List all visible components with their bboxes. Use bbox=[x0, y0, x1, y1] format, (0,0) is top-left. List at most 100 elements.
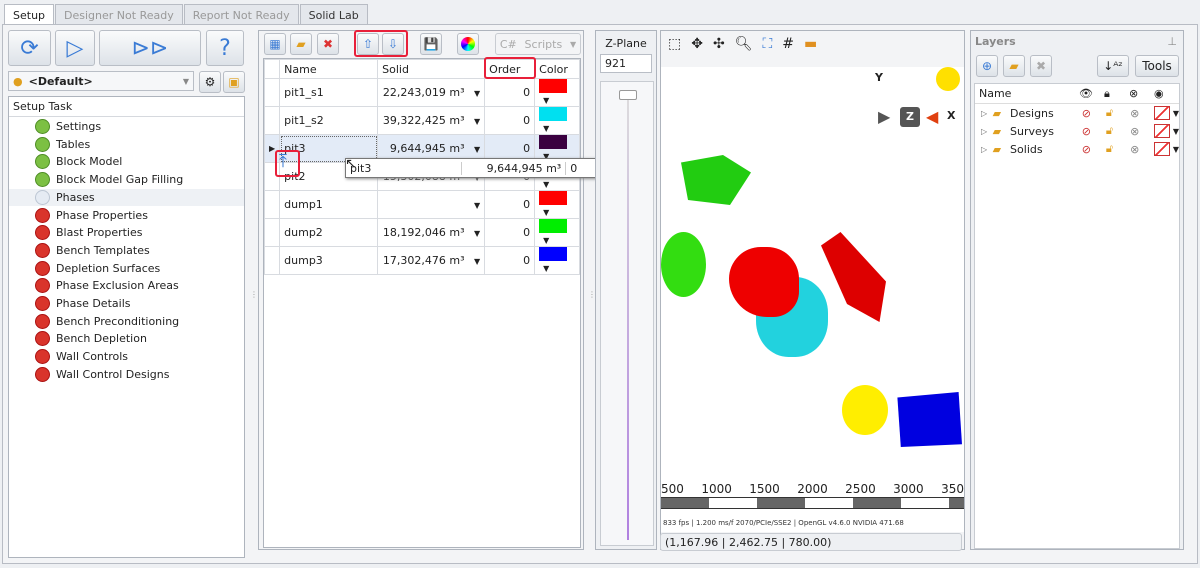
zplane-slider[interactable] bbox=[600, 81, 654, 546]
cell-color[interactable]: ▼ bbox=[534, 218, 580, 247]
run-button[interactable]: ▷ bbox=[55, 30, 95, 66]
rotate-icon[interactable]: ✣ bbox=[713, 36, 725, 52]
open-button[interactable]: ▰ bbox=[290, 33, 312, 55]
axis-z-label[interactable]: Z bbox=[900, 107, 920, 127]
chevron-down-icon[interactable]: ▼ bbox=[1173, 109, 1179, 118]
col-color[interactable]: Color bbox=[534, 59, 580, 79]
cell-name[interactable]: pit1_s1 bbox=[279, 78, 379, 107]
table-row[interactable]: pit1_s1 22,243,019 m³ ▼ 0 ▼ bbox=[263, 78, 580, 107]
setup-task-item[interactable]: Phase Exclusion Areas bbox=[35, 277, 179, 294]
table-row[interactable]: dump2 18,192,046 m³ ▼ 0 ▼ bbox=[263, 218, 580, 247]
hidden-eye-icon[interactable]: ⊘ bbox=[1082, 125, 1106, 138]
setup-task-item[interactable]: Tables bbox=[35, 136, 90, 153]
setup-task-item[interactable]: Bench Depletion bbox=[35, 330, 147, 347]
layer-item[interactable]: ▷ ▰ Solids ⊘ 🔓︎ ⊗ ▼ bbox=[975, 140, 1179, 158]
chevron-down-icon[interactable]: ▼ bbox=[543, 96, 549, 105]
chevron-down-icon[interactable]: ▼ bbox=[543, 264, 549, 273]
unlock-icon[interactable]: 🔓︎ bbox=[1106, 106, 1130, 120]
cell-color[interactable]: ▼ bbox=[534, 246, 580, 275]
cell-solid[interactable]: 18,192,046 m³ ▼ bbox=[377, 218, 486, 247]
chevron-down-icon[interactable]: ▼ bbox=[474, 201, 480, 210]
remove-layer-button[interactable]: ✖ bbox=[1030, 55, 1052, 77]
cell-solid[interactable]: 22,243,019 m³ ▼ bbox=[377, 78, 486, 107]
setup-task-item[interactable]: Phase Details bbox=[35, 295, 130, 312]
zoom-icon[interactable]: 🔍︎ bbox=[735, 36, 753, 52]
solid-yellow[interactable] bbox=[842, 385, 888, 435]
color-button[interactable] bbox=[457, 33, 479, 55]
chevron-down-icon[interactable]: ▼ bbox=[1173, 127, 1179, 136]
setup-task-item[interactable]: Block Model Gap Filling bbox=[35, 171, 183, 188]
tab-designer[interactable]: Designer Not Ready bbox=[55, 4, 183, 26]
chevron-down-icon[interactable]: ▼ bbox=[474, 257, 480, 266]
unlock-icon[interactable]: 🔓︎ bbox=[1106, 124, 1130, 138]
cell-name[interactable]: dump3 bbox=[279, 246, 379, 275]
chevron-down-icon[interactable]: ▼ bbox=[543, 208, 549, 217]
cell-solid[interactable]: 17,302,476 m³ ▼ bbox=[377, 246, 486, 275]
ruler-icon[interactable]: ▬ bbox=[804, 36, 817, 52]
setup-task-item[interactable]: Bench Preconditioning bbox=[35, 313, 179, 330]
solid-dump3[interactable] bbox=[897, 392, 962, 447]
add-folder-button[interactable]: ▰ bbox=[1003, 55, 1025, 77]
select-box-icon[interactable]: ⬚ bbox=[668, 36, 681, 52]
layer-item[interactable]: ▷ ▰ Surveys ⊘ 🔓︎ ⊗ ▼ bbox=[975, 122, 1179, 140]
table-row[interactable]: dump1 ▼ 0 ▼ bbox=[263, 190, 580, 219]
layer-color-swatch[interactable] bbox=[1154, 124, 1170, 138]
setup-task-item[interactable]: Wall Controls bbox=[35, 348, 128, 365]
layer-item[interactable]: ▷ ▰ Designs ⊘ 🔓︎ ⊗ ▼ bbox=[975, 104, 1179, 122]
setup-task-item[interactable]: Phase Properties bbox=[35, 207, 148, 224]
3d-viewport[interactable]: Y Z X ◀ ▶ 500 1000 1500 2000 2500 3000 350 833… bbox=[661, 67, 964, 532]
setup-task-item[interactable]: Bench Templates bbox=[35, 242, 150, 259]
cell-order[interactable]: 0 bbox=[484, 246, 536, 275]
cell-solid[interactable]: ▼ bbox=[377, 190, 486, 219]
expand-icon[interactable]: ▷ bbox=[981, 145, 993, 154]
sort-button[interactable]: ↓ᴬᶻ bbox=[1097, 55, 1129, 77]
cell-solid[interactable]: 39,322,425 m³ ▼ bbox=[377, 106, 486, 135]
cell-order[interactable]: 0 bbox=[484, 190, 536, 219]
pan-icon[interactable]: ✥ bbox=[691, 36, 703, 52]
hidden-eye-icon[interactable]: ⊘ bbox=[1082, 143, 1106, 156]
settings-button[interactable]: ⚙ bbox=[199, 71, 221, 93]
setup-task-item[interactable]: Wall Control Designs bbox=[35, 366, 170, 383]
setup-task-item[interactable]: Settings bbox=[35, 118, 101, 135]
delete-button[interactable]: ✖ bbox=[317, 33, 339, 55]
pin-icon[interactable]: ⊥ bbox=[1167, 35, 1177, 48]
help-button[interactable]: ? bbox=[206, 30, 244, 66]
setup-task-item[interactable]: Phases bbox=[9, 188, 244, 206]
col-name[interactable]: Name bbox=[279, 59, 379, 79]
cell-color[interactable]: ▼ bbox=[534, 78, 580, 107]
grid-icon[interactable]: # bbox=[782, 36, 794, 52]
chevron-down-icon[interactable]: ▼ bbox=[543, 180, 549, 189]
setup-task-item[interactable]: Blast Properties bbox=[35, 224, 142, 241]
table-row[interactable]: pit1_s2 39,322,425 m³ ▼ 0 ▼ bbox=[263, 106, 580, 135]
cell-order[interactable]: 0 bbox=[484, 78, 536, 107]
chevron-down-icon[interactable]: ▼ bbox=[543, 236, 549, 245]
tab-solid-lab[interactable]: Solid Lab bbox=[299, 4, 368, 26]
col-solid[interactable]: Solid bbox=[377, 59, 486, 79]
cell-color[interactable]: ▼ bbox=[534, 190, 580, 219]
solid-pit2[interactable] bbox=[681, 155, 751, 205]
scripts-dropdown[interactable]: C# Scripts ▼ bbox=[495, 33, 581, 55]
solid-dump1[interactable] bbox=[821, 232, 886, 322]
cell-name[interactable]: pit1_s2 bbox=[279, 106, 379, 135]
layer-color-swatch[interactable] bbox=[1154, 142, 1170, 156]
cell-name[interactable]: dump1 bbox=[279, 190, 379, 219]
chevron-down-icon[interactable]: ▼ bbox=[474, 117, 480, 126]
add-layer-button[interactable]: ⊕ bbox=[976, 55, 998, 77]
cell-name[interactable]: dump2 bbox=[279, 218, 379, 247]
zoom-extents-icon[interactable]: ⛶ bbox=[762, 36, 772, 52]
table-button[interactable]: ▦ bbox=[264, 33, 286, 55]
cell-color[interactable]: ▼ bbox=[534, 106, 580, 135]
setup-task-item[interactable]: Depletion Surfaces bbox=[35, 260, 160, 277]
solid-pit1-s1[interactable] bbox=[729, 247, 799, 317]
solid-dump2[interactable] bbox=[661, 232, 706, 297]
expand-icon[interactable]: ▷ bbox=[981, 109, 993, 118]
wireframe-icon[interactable]: ⊗ bbox=[1130, 143, 1154, 156]
table-row[interactable]: dump3 17,302,476 m³ ▼ 0 ▼ bbox=[263, 246, 580, 275]
refresh-button[interactable]: ⟳ bbox=[8, 30, 51, 66]
unlock-icon[interactable]: 🔓︎ bbox=[1106, 142, 1130, 156]
chevron-down-icon[interactable]: ▼ bbox=[474, 89, 480, 98]
expand-icon[interactable]: ▷ bbox=[981, 127, 993, 136]
tab-report[interactable]: Report Not Ready bbox=[183, 4, 299, 26]
cell-order[interactable]: 0 bbox=[484, 218, 536, 247]
zplane-input[interactable]: 921 bbox=[600, 54, 652, 73]
